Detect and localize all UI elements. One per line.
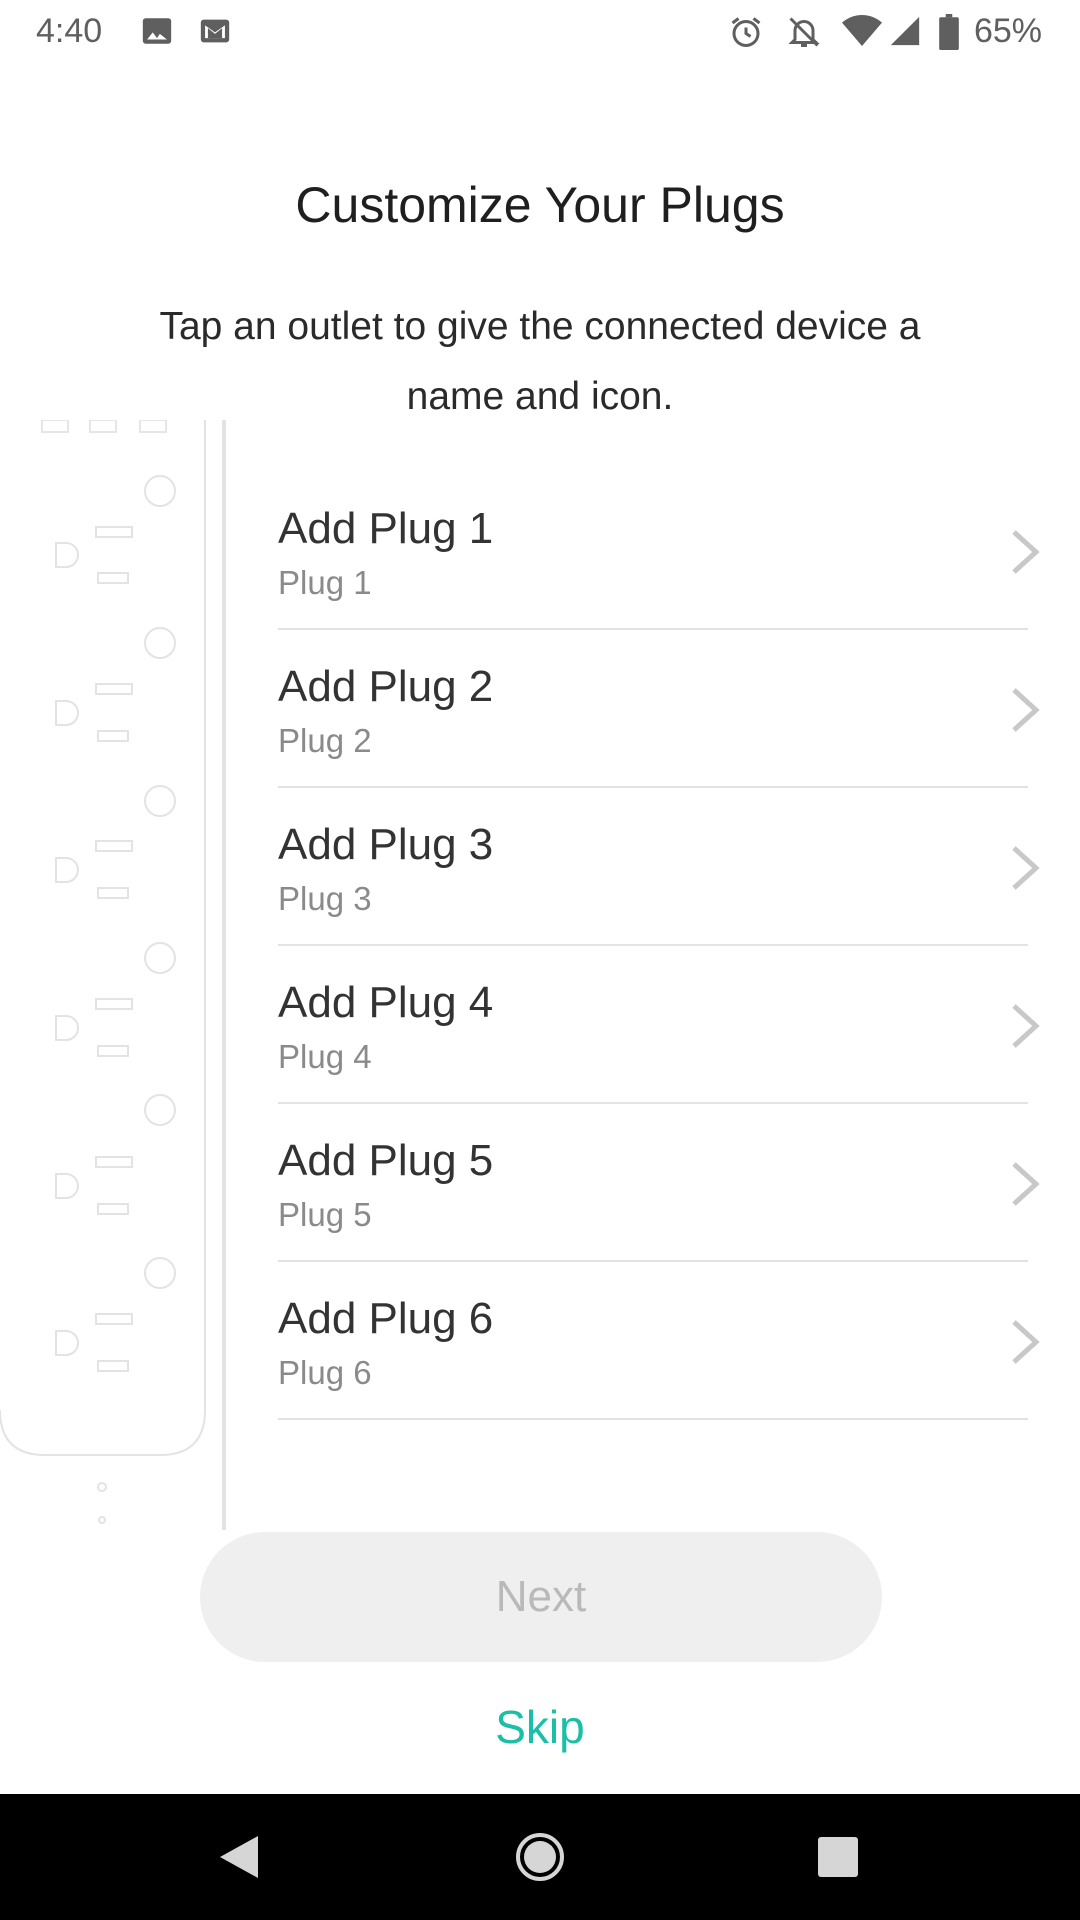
- plug-subtitle: Plug 1: [278, 564, 372, 601]
- plug-title: Add Plug 4: [278, 978, 494, 1027]
- chevron-right-icon: [1008, 1318, 1042, 1371]
- navigation-bar: [0, 1794, 1080, 1920]
- chevron-right-icon: [1008, 686, 1042, 739]
- plug-row-1[interactable]: Add Plug 1 Plug 1: [278, 472, 1040, 630]
- outlet-4-illustration: [55, 942, 176, 1057]
- plug-subtitle: Plug 2: [278, 722, 372, 759]
- plug-row-5[interactable]: Add Plug 5 Plug 5: [278, 1104, 1040, 1262]
- plug-subtitle: Plug 4: [278, 1038, 372, 1075]
- outlet-5-illustration: [55, 1094, 176, 1215]
- cell-signal-icon: [888, 14, 922, 53]
- status-bar: 4:40 65%: [0, 0, 1080, 63]
- notifications-off-icon: [786, 14, 822, 55]
- skip-link[interactable]: Skip: [0, 1700, 1080, 1754]
- page-title: Customize Your Plugs: [295, 177, 785, 233]
- wifi-icon: [842, 14, 882, 53]
- plug-title: Add Plug 1: [278, 504, 494, 553]
- plug-title: Add Plug 3: [278, 820, 494, 869]
- status-time: 4:40: [36, 12, 103, 50]
- outlet-6-illustration: [55, 1257, 176, 1372]
- plug-title: Add Plug 5: [278, 1136, 494, 1185]
- outlet-2-illustration: [55, 627, 176, 742]
- chevron-right-icon: [1008, 1002, 1042, 1055]
- page-subtitle: Tap an outlet to give the connected devi…: [159, 305, 921, 418]
- alarm-icon: [728, 14, 764, 55]
- plug-subtitle: Plug 5: [278, 1196, 372, 1233]
- gmail-icon: [198, 14, 232, 53]
- plug-title: Add Plug 6: [278, 1294, 494, 1343]
- plug-row-3[interactable]: Add Plug 3 Plug 3: [278, 788, 1040, 946]
- plug-subtitle: Plug 3: [278, 880, 372, 917]
- image-icon: [140, 14, 174, 53]
- outlet-3-illustration: [55, 785, 176, 899]
- home-icon[interactable]: [480, 1794, 600, 1920]
- battery-icon: [938, 14, 960, 55]
- plug-list: Add Plug 1 Plug 1 Add Plug 2 Plug 2 Add …: [278, 472, 1040, 1420]
- plug-row-6[interactable]: Add Plug 6 Plug 6: [278, 1262, 1040, 1420]
- plug-subtitle: Plug 6: [278, 1354, 372, 1391]
- plug-row-2[interactable]: Add Plug 2 Plug 2: [278, 630, 1040, 788]
- plug-row-4[interactable]: Add Plug 4 Plug 4: [278, 946, 1040, 1104]
- plug-title: Add Plug 2: [278, 662, 494, 711]
- battery-percentage: 65%: [973, 12, 1042, 50]
- chevron-right-icon: [1008, 1160, 1042, 1213]
- power-strip-illustration: [0, 419, 230, 1530]
- chevron-right-icon: [1008, 844, 1042, 897]
- chevron-right-icon: [1008, 528, 1042, 581]
- outlet-1-illustration: [55, 475, 176, 584]
- next-button[interactable]: Next: [200, 1532, 882, 1662]
- recents-icon[interactable]: [778, 1794, 898, 1920]
- back-icon[interactable]: [178, 1794, 298, 1920]
